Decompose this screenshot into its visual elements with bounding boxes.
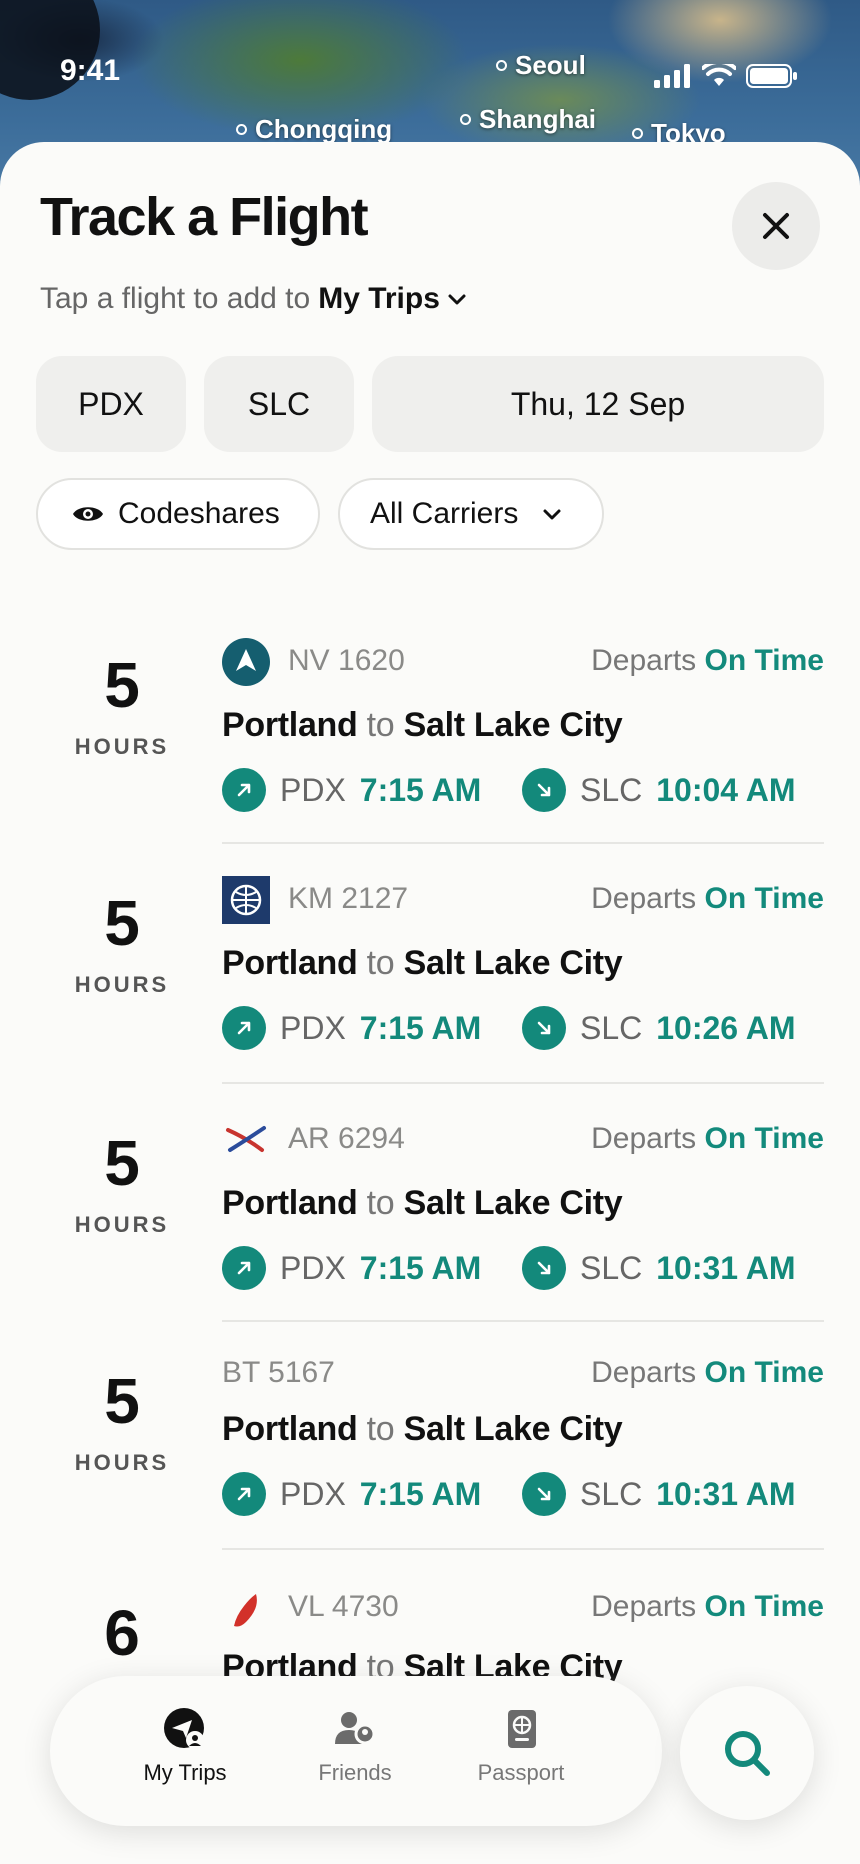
map-city-chongqing[interactable]: Chongqing: [236, 114, 392, 145]
status-time: 9:41: [60, 54, 121, 87]
row-divider: [222, 1548, 824, 1550]
flight-number: NV 1620: [288, 644, 405, 677]
departure-arrow-icon: [222, 1006, 266, 1050]
plane-globe-icon: [164, 1708, 204, 1749]
arrival-leg: SLC 10:31 AM: [522, 1246, 796, 1290]
row-divider: [222, 1082, 824, 1084]
airline-logo-icon: [222, 638, 270, 686]
search-icon: [725, 1731, 770, 1776]
carriers-dropdown[interactable]: All Carriers: [338, 478, 604, 550]
friends-icon: [335, 1712, 376, 1745]
departure-arrow-icon: [222, 1472, 266, 1516]
status-bar: 9:41 Seoul Chongqing Shanghai Tokyo: [0, 0, 860, 150]
battery-icon: [746, 64, 797, 88]
close-button[interactable]: [732, 182, 820, 270]
track-flight-sheet: Track a Flight Tap a flight to add to My…: [0, 142, 860, 1864]
flight-status: Departs On Time: [591, 882, 824, 915]
departure-leg: PDX 7:15 AM: [222, 1006, 481, 1050]
city-dot-icon: [236, 124, 247, 135]
wifi-icon: [702, 64, 736, 86]
departure-leg: PDX 7:15 AM: [222, 1472, 481, 1516]
close-icon: [763, 213, 789, 239]
page-title: Track a Flight: [40, 187, 369, 247]
tab-my-trips[interactable]: My Trips: [100, 1706, 270, 1786]
map-city-seoul[interactable]: Seoul: [496, 50, 586, 81]
arrival-arrow-icon: [522, 768, 566, 812]
eye-icon: [73, 507, 103, 521]
duration-unit: HOURS: [74, 734, 170, 759]
arrival-arrow-icon: [522, 1006, 566, 1050]
chevron-down-icon[interactable]: [446, 288, 468, 310]
airline-logo-icon: [222, 1586, 270, 1634]
chevron-down-icon: [543, 509, 561, 520]
duration-value: 6: [104, 1597, 140, 1669]
row-divider: [222, 842, 824, 844]
city-dot-icon: [460, 114, 471, 125]
flight-number: BT 5167: [222, 1356, 335, 1389]
passport-icon: [508, 1710, 536, 1748]
status-icons: [654, 64, 798, 88]
map-city-shanghai[interactable]: Shanghai: [460, 104, 596, 135]
flight-number: VL 4730: [288, 1590, 399, 1623]
duration-value: 5: [104, 649, 140, 721]
duration-unit: HOURS: [74, 972, 170, 997]
tab-bar: My Trips Friends Passport: [50, 1676, 662, 1826]
tab-friends[interactable]: Friends: [270, 1706, 440, 1786]
arrival-arrow-icon: [522, 1472, 566, 1516]
codeshares-toggle[interactable]: Codeshares: [36, 478, 320, 550]
duration-unit: HOURS: [74, 1212, 170, 1237]
flight-route: Portland to Salt Lake City: [222, 1410, 623, 1448]
subtitle: Tap a flight to add to My Trips: [40, 282, 468, 316]
departure-leg: PDX 7:15 AM: [222, 1246, 481, 1290]
origin-chip[interactable]: PDX: [36, 356, 186, 452]
arrival-arrow-icon: [522, 1246, 566, 1290]
flight-route: Portland to Salt Lake City: [222, 944, 623, 982]
duration-value: 5: [104, 1127, 140, 1199]
airline-logo-icon: [222, 1116, 270, 1164]
flight-route: Portland to Salt Lake City: [222, 706, 623, 744]
row-divider: [222, 1320, 824, 1322]
flight-status: Departs On Time: [591, 1122, 824, 1155]
signal-icon: [654, 64, 690, 88]
tab-passport[interactable]: Passport: [436, 1706, 606, 1786]
departure-arrow-icon: [222, 1246, 266, 1290]
departure-arrow-icon: [222, 768, 266, 812]
flight-number: AR 6294: [288, 1122, 405, 1155]
arrival-leg: SLC 10:31 AM: [522, 1472, 796, 1516]
duration-unit: HOURS: [74, 1450, 170, 1475]
duration-value: 5: [104, 887, 140, 959]
flight-number: KM 2127: [288, 882, 409, 915]
date-chip[interactable]: Thu, 12 Sep: [372, 356, 824, 452]
city-dot-icon: [496, 60, 507, 71]
trip-selector[interactable]: My Trips: [318, 282, 440, 316]
duration-value: 5: [104, 1365, 140, 1437]
arrival-leg: SLC 10:04 AM: [522, 768, 796, 812]
flight-status: Departs On Time: [591, 1356, 824, 1389]
arrival-leg: SLC 10:26 AM: [522, 1006, 796, 1050]
search-button[interactable]: [680, 1686, 814, 1820]
destination-chip[interactable]: SLC: [204, 356, 354, 452]
airline-logo-icon: [222, 876, 270, 924]
flight-status: Departs On Time: [591, 1590, 824, 1623]
flight-status: Departs On Time: [591, 644, 824, 677]
flight-route: Portland to Salt Lake City: [222, 1184, 623, 1222]
city-dot-icon: [632, 128, 643, 139]
departure-leg: PDX 7:15 AM: [222, 768, 481, 812]
